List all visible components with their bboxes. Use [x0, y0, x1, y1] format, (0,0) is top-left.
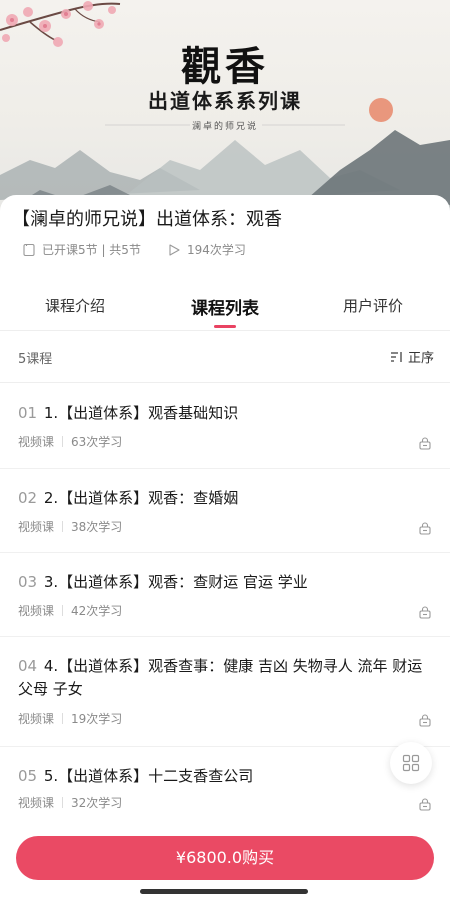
lesson-meta: 视频课 63次学习 [18, 433, 122, 450]
tab-course-list[interactable]: 课程列表 [191, 294, 259, 319]
lesson-item[interactable]: 04 4.【出道体系】观香查事：健康 吉凶 失物寻人 流年 财运 父母 子女 视… [0, 637, 450, 747]
lesson-title: 02 2.【出道体系】观香：查婚姻 [18, 487, 434, 510]
lesson-type: 视频课 [18, 435, 55, 449]
buy-button[interactable]: ¥6800.0购买 [16, 836, 434, 880]
lesson-title: 01 1.【出道体系】观香基础知识 [18, 402, 434, 425]
tab-user-reviews[interactable]: 用户评价 [343, 295, 403, 316]
lesson-type: 视频课 [18, 520, 55, 534]
course-banner: 觀香 出道体系系列课 澜卓的师兄说 [0, 0, 450, 225]
tab-bar: 课程介绍 课程列表 用户评价 [0, 285, 450, 331]
lesson-type: 视频课 [18, 712, 55, 726]
document-icon [23, 243, 35, 256]
course-info-card: 【澜卓的师兄说】出道体系：观香 已开课5节 | 共5节 194次学习 [0, 195, 450, 285]
course-meta: 已开课5节 | 共5节 194次学习 [22, 241, 246, 258]
lock-icon [419, 798, 431, 811]
lesson-type: 视频课 [18, 796, 55, 810]
lesson-item[interactable]: 03 3.【出道体系】观香：查财运 官运 学业 视频课 42次学习 [0, 553, 450, 637]
banner-title: 觀香 [181, 43, 269, 90]
lesson-type: 视频课 [18, 604, 55, 618]
lesson-count: 5课程 [18, 352, 53, 367]
tab-course-intro[interactable]: 课程介绍 [45, 295, 105, 316]
lesson-title: 03 3.【出道体系】观香：查财运 官运 学业 [18, 571, 434, 594]
lesson-title: 04 4.【出道体系】观香查事：健康 吉凶 失物寻人 流年 财运 父母 子女 [18, 655, 434, 701]
list-header: 5课程 正序 [0, 331, 450, 383]
lesson-title-text: 4.【出道体系】观香查事：健康 吉凶 失物寻人 流年 财运 父母 子女 [18, 657, 423, 698]
lock-icon [419, 714, 431, 727]
lesson-number: 04 [18, 657, 38, 675]
lesson-meta: 视频课 32次学习 [18, 794, 122, 811]
lock-icon [419, 606, 431, 619]
home-indicator [140, 889, 308, 894]
lesson-title-text: 2.【出道体系】观香：查婚姻 [43, 489, 239, 507]
lesson-number: 02 [18, 489, 38, 507]
lesson-number: 03 [18, 573, 38, 591]
lesson-item[interactable]: 02 2.【出道体系】观香：查婚姻 视频课 38次学习 [0, 469, 450, 553]
lesson-item[interactable]: 05 5.【出道体系】十二支香查公司 视频课 32次学习 [0, 747, 450, 831]
play-icon [169, 243, 180, 256]
lesson-item[interactable]: 01 1.【出道体系】观香基础知识 视频课 63次学习 [0, 384, 450, 469]
banner-signature: 澜卓的师兄说 [191, 122, 258, 132]
floating-menu-button[interactable] [390, 742, 432, 784]
lesson-meta: 视频课 19次学习 [18, 710, 122, 727]
lock-icon [419, 437, 431, 450]
lesson-views: 38次学习 [71, 520, 123, 534]
lesson-number: 05 [18, 767, 38, 785]
lesson-views: 19次学习 [71, 712, 123, 726]
sort-button[interactable]: 正序 [390, 347, 434, 366]
lock-icon [419, 522, 431, 535]
lesson-views: 32次学习 [71, 796, 123, 810]
sort-icon [390, 351, 402, 362]
lesson-title-text: 1.【出道体系】观香基础知识 [43, 404, 239, 422]
lessons-info: 已开课5节 | 共5节 [42, 243, 141, 257]
lesson-number: 01 [18, 404, 38, 422]
lesson-title-text: 5.【出道体系】十二支香查公司 [43, 767, 254, 785]
grid-icon [402, 754, 420, 772]
lesson-meta: 视频课 38次学习 [18, 518, 122, 535]
banner-subtitle: 出道体系系列课 [148, 89, 302, 113]
lesson-meta: 视频课 42次学习 [18, 602, 122, 619]
lesson-title-text: 3.【出道体系】观香：查财运 官运 学业 [43, 573, 308, 591]
lesson-views: 42次学习 [71, 604, 123, 618]
sort-label: 正序 [407, 351, 434, 366]
lesson-title: 05 5.【出道体系】十二支香查公司 [18, 765, 434, 788]
course-title: 【澜卓的师兄说】出道体系：观香 [12, 209, 282, 230]
learners-count: 194次学习 [186, 243, 246, 257]
active-tab-indicator [214, 325, 236, 328]
lesson-views: 63次学习 [71, 435, 123, 449]
